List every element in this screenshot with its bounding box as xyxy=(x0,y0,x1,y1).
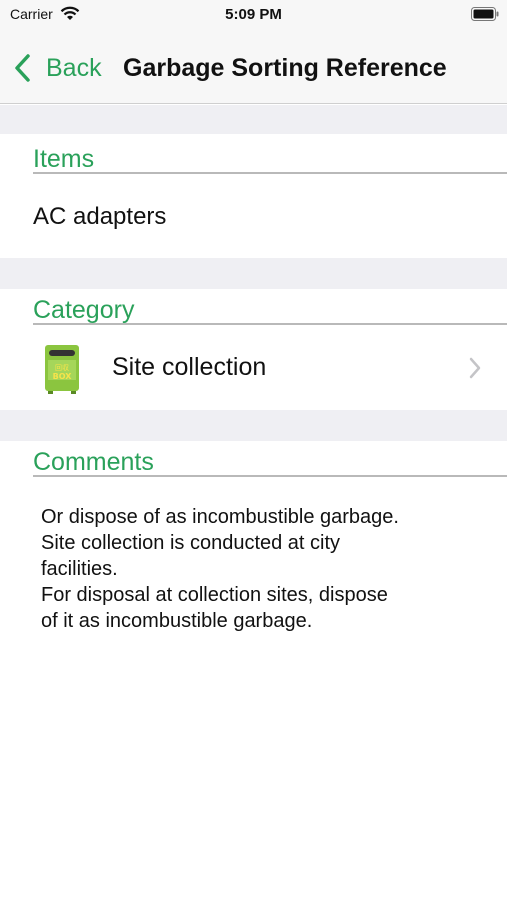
chevron-left-icon xyxy=(15,54,30,82)
comment-line: Or dispose of as incombustible garbage. xyxy=(41,506,399,528)
comment-line: Site collection is conducted at city xyxy=(41,532,341,554)
page-title: Garbage Sorting Reference xyxy=(123,54,447,82)
comments-text: Or dispose of as incombustible garbage. … xyxy=(41,504,481,634)
navigation-bar: Back Garbage Sorting Reference xyxy=(0,32,507,104)
section-gap xyxy=(0,258,507,289)
back-label: Back xyxy=(46,53,102,82)
battery-icon xyxy=(471,7,499,21)
items-header: Items xyxy=(33,145,95,173)
recycle-box-icon: 回収 BOX xyxy=(45,345,79,394)
icon-kanji: 回収 xyxy=(55,364,69,372)
category-label: Site collection xyxy=(112,353,267,381)
status-bar: Carrier 5:09 PM xyxy=(0,0,507,32)
section-gap xyxy=(0,105,507,134)
back-button[interactable]: Back xyxy=(12,50,102,86)
category-row[interactable]: 回収 BOX Site collection xyxy=(0,326,507,410)
section-divider xyxy=(33,475,507,477)
comments-header: Comments xyxy=(33,448,154,476)
status-time: 5:09 PM xyxy=(225,6,282,23)
section-gap xyxy=(0,410,507,441)
comment-line: of it as incombustible garbage. xyxy=(41,610,313,632)
icon-box-text: BOX xyxy=(53,372,73,381)
comment-line: For disposal at collection sites, dispos… xyxy=(41,584,388,606)
section-divider xyxy=(33,323,507,325)
chevron-right-icon xyxy=(469,357,481,379)
item-value: AC adapters xyxy=(33,203,167,230)
comment-line: facilities. xyxy=(41,558,118,580)
section-divider xyxy=(33,172,507,174)
category-header: Category xyxy=(33,296,135,324)
